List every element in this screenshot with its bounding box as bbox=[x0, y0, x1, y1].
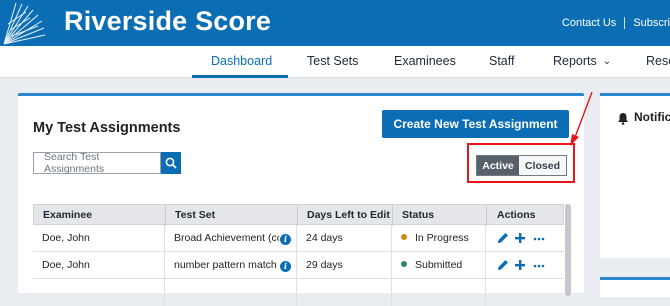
add-plus-icon[interactable] bbox=[514, 232, 526, 244]
column-divider bbox=[392, 205, 393, 226]
more-options-icon[interactable] bbox=[533, 264, 545, 268]
link-divider bbox=[624, 17, 626, 29]
column-divider bbox=[485, 225, 486, 252]
test-assignments-card: My Test Assignments Create New Test Assi… bbox=[18, 93, 584, 306]
info-icon[interactable]: i bbox=[280, 260, 291, 272]
status-cell: Submitted bbox=[401, 259, 462, 271]
annotation-highlight-box bbox=[467, 143, 575, 183]
search-icon bbox=[165, 157, 177, 169]
column-divider bbox=[164, 279, 165, 306]
chevron-down-icon: ⌄ bbox=[602, 56, 612, 67]
table-scrollbar[interactable] bbox=[565, 204, 571, 296]
brand-title[interactable]: Riverside Score bbox=[64, 6, 271, 37]
col-status[interactable]: Status bbox=[402, 209, 434, 221]
nav-test-sets[interactable]: Test Sets bbox=[307, 54, 358, 68]
column-divider bbox=[485, 252, 486, 279]
nav-resources[interactable]: Resc bbox=[646, 54, 670, 68]
search-button[interactable] bbox=[161, 152, 181, 174]
nav-staff[interactable]: Staff bbox=[489, 54, 514, 68]
days-left-cell: 24 days bbox=[306, 232, 343, 244]
days-left-cell: 29 days bbox=[306, 259, 343, 271]
nav-reports[interactable]: Reports ⌄ bbox=[553, 54, 611, 68]
create-assignment-button[interactable]: Create New Test Assignment bbox=[382, 110, 569, 138]
col-actions: Actions bbox=[497, 209, 536, 221]
edit-pencil-icon[interactable] bbox=[496, 231, 510, 245]
test-set-cell[interactable]: Broad Achievement (cc bbox=[174, 232, 279, 244]
secondary-side-card bbox=[600, 277, 670, 297]
column-divider bbox=[296, 252, 297, 279]
edit-pencil-icon[interactable] bbox=[496, 258, 510, 272]
add-plus-icon[interactable] bbox=[514, 259, 526, 271]
bell-icon bbox=[618, 113, 628, 125]
notifications-title: Notifica bbox=[634, 110, 670, 124]
card-title: My Test Assignments bbox=[33, 120, 181, 136]
column-divider bbox=[296, 279, 297, 306]
annotation-arrow-icon bbox=[570, 91, 593, 146]
table-row[interactable]: Doe, John number pattern match i 29 days… bbox=[33, 252, 564, 279]
search-input[interactable]: Search Test Assignments bbox=[33, 151, 161, 175]
notifications-card: Notifica bbox=[600, 93, 670, 258]
top-links: Contact Us Subscri bbox=[562, 17, 670, 29]
nav-dashboard[interactable]: Dashboard bbox=[211, 54, 272, 68]
column-divider bbox=[486, 205, 487, 226]
riverside-logo-icon bbox=[3, 2, 46, 45]
column-divider bbox=[165, 205, 166, 226]
status-text: In Progress bbox=[415, 232, 469, 244]
table-row[interactable] bbox=[33, 279, 564, 306]
status-text: Submitted bbox=[415, 259, 463, 271]
table-header: Examinee Test Set Days Left to Edit Stat… bbox=[33, 204, 564, 226]
active-tab-indicator bbox=[192, 75, 288, 78]
col-examinee[interactable]: Examinee bbox=[43, 209, 92, 221]
column-divider bbox=[297, 205, 298, 226]
col-test-set[interactable]: Test Set bbox=[175, 209, 215, 221]
subscriptions-link[interactable]: Subscri bbox=[633, 17, 670, 29]
status-dot-icon bbox=[401, 234, 407, 240]
contact-us-link[interactable]: Contact Us bbox=[562, 17, 616, 29]
examinee-cell[interactable]: Doe, John bbox=[42, 232, 90, 244]
info-icon[interactable]: i bbox=[280, 233, 291, 245]
column-divider bbox=[391, 279, 392, 306]
test-set-cell[interactable]: number pattern match bbox=[174, 259, 279, 271]
column-divider bbox=[485, 279, 486, 306]
column-divider bbox=[391, 252, 392, 279]
nav-reports-label: Reports bbox=[553, 54, 597, 68]
col-days-left[interactable]: Days Left to Edit bbox=[307, 209, 390, 221]
main-nav: Dashboard Test Sets Examinees Staff Repo… bbox=[0, 46, 670, 78]
column-divider bbox=[164, 225, 165, 252]
status-cell: In Progress bbox=[401, 232, 469, 244]
table-row[interactable]: Doe, John Broad Achievement (cc i 24 day… bbox=[33, 225, 564, 252]
column-divider bbox=[296, 225, 297, 252]
column-divider bbox=[164, 252, 165, 279]
status-dot-icon bbox=[401, 261, 407, 267]
more-options-icon[interactable] bbox=[533, 237, 545, 241]
top-header: Riverside Score Contact Us Subscri bbox=[0, 0, 670, 46]
column-divider bbox=[391, 225, 392, 252]
examinee-cell[interactable]: Doe, John bbox=[42, 259, 90, 271]
nav-examinees[interactable]: Examinees bbox=[394, 54, 456, 68]
scrollbar-thumb[interactable] bbox=[565, 204, 571, 296]
